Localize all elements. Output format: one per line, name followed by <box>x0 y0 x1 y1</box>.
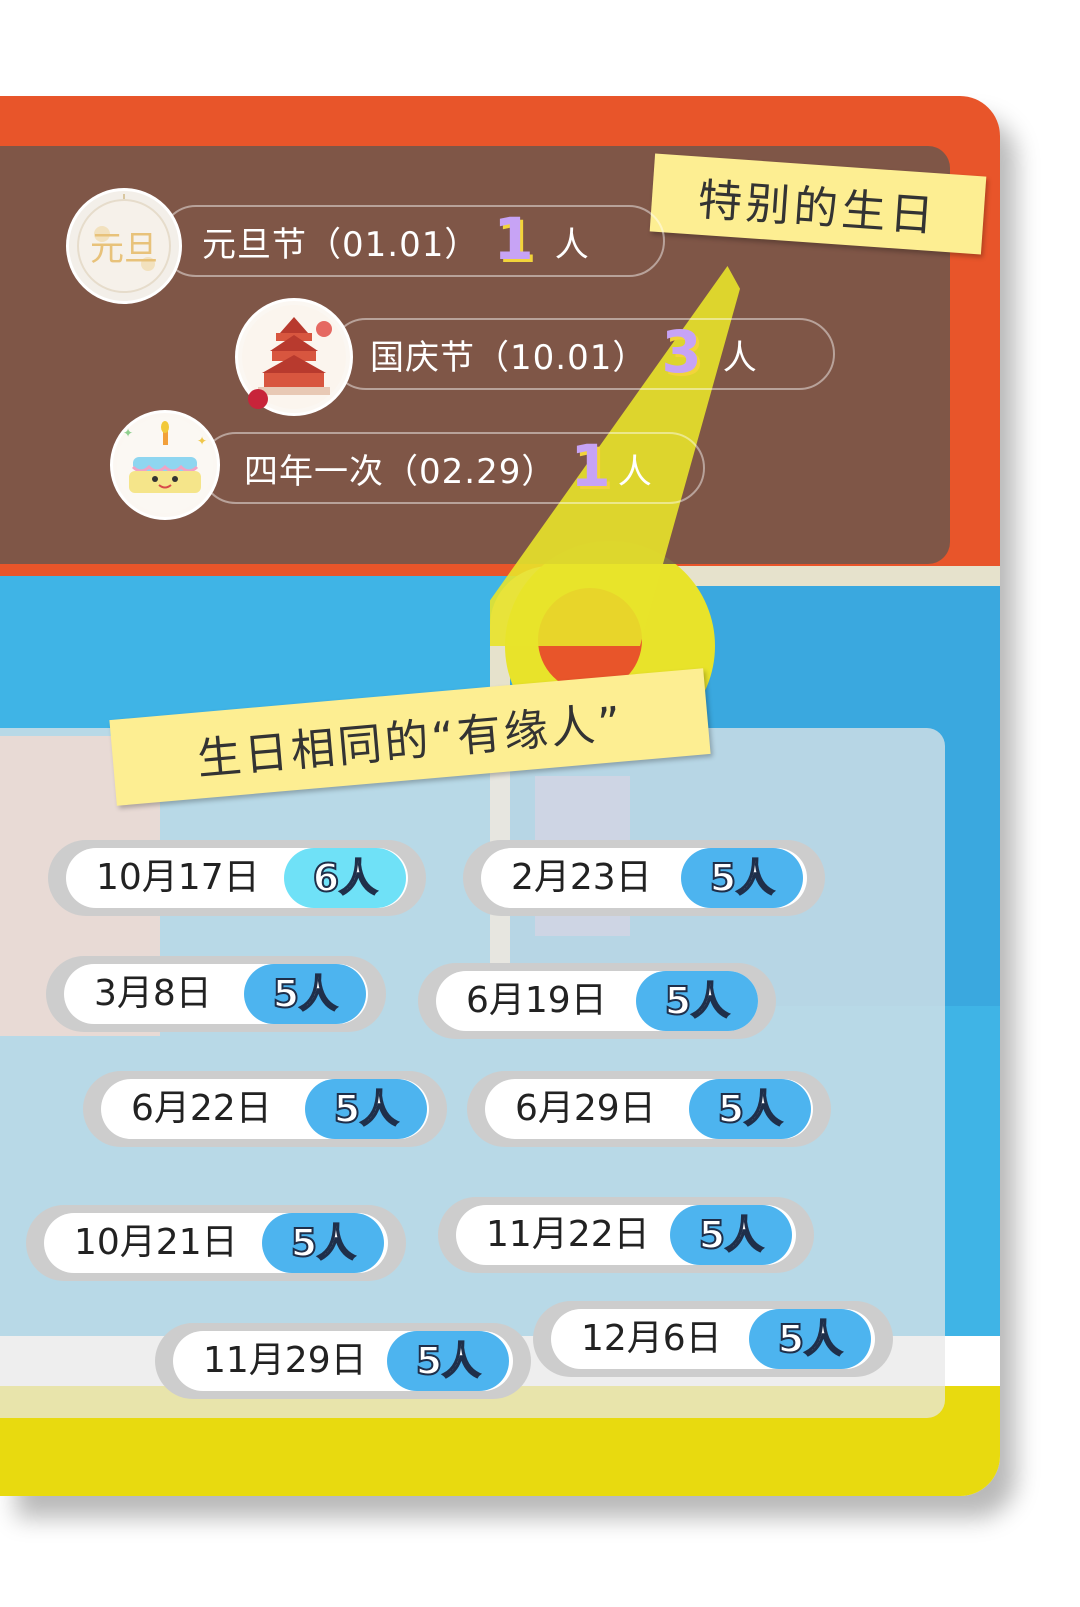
birthday-cake-icon: ✦ ✦ <box>110 410 220 520</box>
date-pill-item: 10月21日 5人 <box>26 1205 406 1281</box>
special-row-guoqing: 国庆节（10.01） 3 人 <box>330 318 835 390</box>
svg-text:✦: ✦ <box>197 434 207 448</box>
temple-of-heaven-icon <box>235 298 353 416</box>
special-row-count: 1 <box>570 432 612 500</box>
count-badge: 5人 <box>244 964 366 1024</box>
date-label: 10月21日 <box>74 1222 238 1263</box>
date-label: 10月17日 <box>96 857 260 898</box>
date-pill-item: 6月29日 5人 <box>467 1071 831 1147</box>
special-row-unit: 人 <box>554 224 590 265</box>
svg-text:元旦: 元旦 <box>90 229 158 269</box>
date-label: 11月22日 <box>486 1214 650 1255</box>
yuandan-lantern-icon: 元旦 <box>66 188 182 304</box>
date-label: 12月6日 <box>581 1318 722 1359</box>
date-label: 11月29日 <box>203 1340 367 1381</box>
special-row-yuandan: 元旦节（01.01） 1 人 <box>160 205 665 277</box>
date-label: 6月22日 <box>131 1088 272 1129</box>
special-row-label: 元旦节（01.01） <box>202 224 480 265</box>
special-row-count: 3 <box>661 318 703 386</box>
special-row-unit: 人 <box>722 337 758 378</box>
date-pill-item: 10月17日 6人 <box>48 840 426 916</box>
count-badge: 5人 <box>262 1213 384 1273</box>
special-row-count: 1 <box>493 205 535 273</box>
date-pill-item: 2月23日 5人 <box>463 840 825 916</box>
count-badge: 5人 <box>689 1079 811 1139</box>
special-row-label: 国庆节（10.01） <box>370 337 648 378</box>
date-label: 6月19日 <box>466 980 607 1021</box>
count-badge: 5人 <box>305 1079 427 1139</box>
special-row-label: 四年一次（02.29） <box>244 451 557 492</box>
count-badge: 5人 <box>387 1331 509 1391</box>
date-label: 6月29日 <box>515 1088 656 1129</box>
date-pill-item: 11月29日 5人 <box>155 1323 531 1399</box>
special-row-unit: 人 <box>617 451 653 492</box>
date-label: 3月8日 <box>94 973 212 1014</box>
count-badge: 5人 <box>681 848 803 908</box>
svg-text:✦: ✦ <box>123 426 133 440</box>
date-label: 2月23日 <box>511 857 652 898</box>
date-pill-item: 11月22日 5人 <box>438 1197 814 1273</box>
date-pill-item: 6月19日 5人 <box>418 963 776 1039</box>
special-row-leap-day: 四年一次（02.29） 1 人 <box>200 432 705 504</box>
count-badge: 5人 <box>670 1205 792 1265</box>
count-badge: 5人 <box>636 971 758 1031</box>
date-pill-item: 12月6日 5人 <box>533 1301 893 1377</box>
count-badge: 5人 <box>749 1309 871 1369</box>
date-pill-item: 3月8日 5人 <box>46 956 386 1032</box>
count-badge: 6人 <box>284 848 406 908</box>
date-pill-item: 6月22日 5人 <box>83 1071 447 1147</box>
